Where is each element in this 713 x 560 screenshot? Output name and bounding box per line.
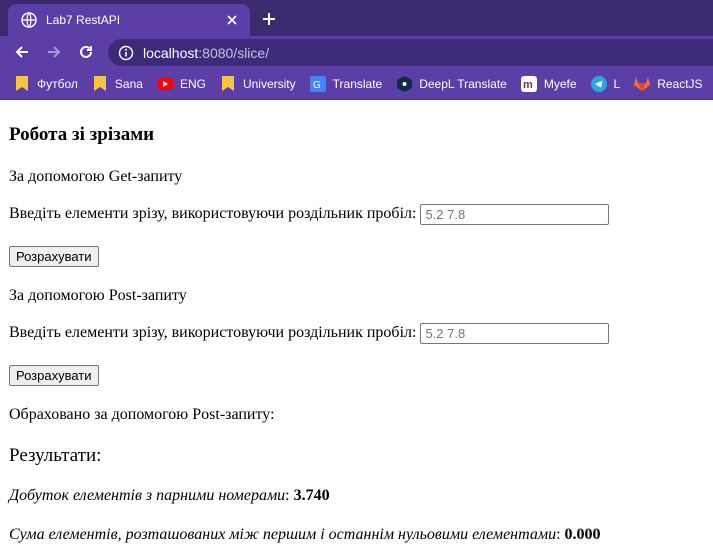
bookmark-label: Translate	[332, 76, 383, 91]
telegram-icon	[590, 75, 607, 92]
result-item-product: Добуток елементів з парними номерами: 3.…	[9, 487, 330, 504]
svg-text:m: m	[523, 79, 533, 91]
bookmark-futbol[interactable]: Футбол	[14, 76, 78, 92]
arrow-right-icon	[48, 46, 61, 58]
globe-icon	[21, 12, 37, 28]
address-bar[interactable]: localhost:8080/slice/	[108, 39, 713, 66]
youtube-icon	[156, 76, 173, 92]
bookmark-label: ReactJS	[657, 76, 703, 91]
url-path: :8080/slice/	[198, 44, 270, 61]
result-label: Добуток елементів з парними номерами	[9, 487, 286, 504]
get-input-label: Введіть елементи зрізу, використовуючи р…	[9, 205, 417, 223]
browser-toolbar: localhost:8080/slice/	[0, 36, 713, 68]
bookmark-l[interactable]: L	[590, 75, 621, 92]
gitlab-icon	[634, 76, 651, 92]
page-title: Робота зі зрізами	[9, 124, 155, 145]
arrow-left-icon	[15, 46, 28, 58]
deepl-icon	[396, 75, 412, 92]
bookmark-myefe[interactable]: m Myefe	[520, 75, 577, 92]
tab-strip: Lab7 RestAPI	[0, 0, 713, 36]
info-icon[interactable]	[118, 45, 134, 61]
result-value: 0.000	[564, 526, 601, 543]
folder-icon	[92, 76, 108, 92]
result-label: Сума елементів, розташованих між першим …	[9, 526, 557, 543]
get-section-caption: За допомогою Get-запиту	[9, 168, 183, 185]
myefe-icon: m	[520, 75, 537, 92]
get-slice-input[interactable]	[420, 204, 610, 225]
bookmark-label: Футбол	[37, 76, 78, 91]
close-icon[interactable]	[224, 12, 240, 28]
reload-button[interactable]	[75, 41, 97, 63]
bookmarks-bar: Футбол Sana ENG University G Translate D…	[0, 68, 713, 100]
folder-icon	[14, 76, 30, 92]
back-button[interactable]	[11, 41, 33, 63]
bookmark-label: L	[613, 76, 621, 91]
bookmark-reactjs[interactable]: ReactJS	[634, 76, 703, 92]
reload-icon	[80, 45, 92, 58]
bookmark-label: Sana	[114, 76, 143, 91]
result-item-sum: Сума елементів, розташованих між першим …	[9, 526, 601, 543]
svg-text:G: G	[313, 80, 321, 91]
bookmark-deepl[interactable]: DeepL Translate	[396, 75, 507, 92]
bookmark-university[interactable]: University	[220, 76, 296, 92]
bookmark-eng[interactable]: ENG	[156, 76, 206, 92]
status-text: Обраховано за допомогою Post-запиту:	[9, 406, 275, 423]
get-calculate-button[interactable]: Розрахувати	[9, 246, 99, 267]
bookmark-label: ENG	[179, 76, 206, 91]
post-slice-input[interactable]	[420, 323, 610, 344]
url-host: localhost	[143, 44, 199, 61]
bookmark-label: University	[242, 76, 296, 91]
get-input-row: Введіть елементи зрізу, використовуючи р…	[9, 204, 610, 225]
post-calculate-button[interactable]: Розрахувати	[9, 365, 99, 386]
post-section-caption: За допомогою Post-запиту	[9, 287, 187, 304]
google-translate-icon: G	[309, 75, 326, 92]
bookmark-label: DeepL Translate	[419, 76, 507, 91]
plus-icon	[263, 13, 275, 25]
bookmark-sana[interactable]: Sana	[92, 76, 143, 92]
tab-title: Lab7 RestAPI	[46, 13, 121, 27]
post-input-row: Введіть елементи зрізу, використовуючи р…	[9, 323, 610, 344]
results-heading: Результати:	[9, 445, 102, 466]
result-value: 3.740	[293, 487, 330, 504]
new-tab-button[interactable]	[258, 8, 280, 30]
post-input-label: Введіть елементи зрізу, використовуючи р…	[9, 324, 417, 342]
bookmark-translate[interactable]: G Translate	[309, 75, 383, 92]
tab-active[interactable]: Lab7 RestAPI	[8, 4, 250, 36]
bookmark-label: Myefe	[543, 76, 577, 91]
forward-button[interactable]	[43, 41, 65, 63]
folder-icon	[220, 76, 236, 92]
